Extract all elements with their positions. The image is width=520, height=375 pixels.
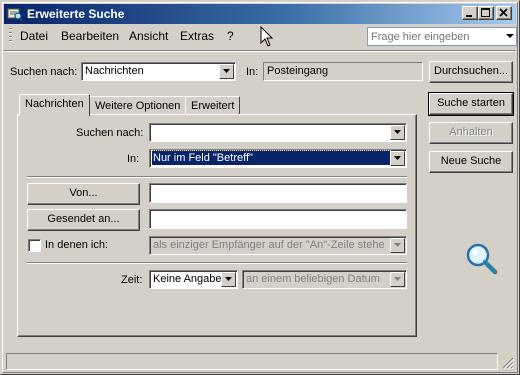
maximize-button[interactable] [478,6,494,20]
from-input[interactable] [150,184,406,202]
date-select[interactable]: an einem beliebigen Datum [242,270,407,289]
status-pane [6,353,498,370]
menu-extras[interactable]: Extras [180,29,214,43]
search-for-value: Nachrichten [85,65,144,77]
menu-separator [4,50,516,52]
in-field-value: Nur im Feld "Betreff" [151,150,391,166]
in-folder-field: Posteingang [263,62,423,81]
maximize-icon [481,8,490,17]
magnifier-icon [466,243,498,275]
where-i-am-dropdown-button[interactable] [390,238,405,253]
time-select[interactable]: Keine Angabe [149,270,238,289]
search-for-label: Suchen nach: [10,66,78,78]
minimize-button[interactable] [462,6,478,20]
in-field-label: In: [127,153,140,165]
toolbar-grip[interactable] [9,28,12,44]
window-title: Erweiterte Suche [27,7,125,21]
chevron-down-icon[interactable] [506,32,514,40]
where-i-am-label: In denen ich: [45,239,108,251]
tab-weitere-optionen[interactable]: Weitere Optionen [89,96,187,116]
outlook-search-icon [7,8,23,22]
close-icon [499,8,508,17]
sent-to-field[interactable] [149,209,407,229]
new-search-button[interactable]: Neue Suche [429,151,513,173]
sent-to-input[interactable] [150,210,406,228]
panel-separator [27,176,407,178]
search-for-dropdown-button[interactable] [219,64,234,79]
chevron-down-icon [394,156,401,160]
sent-to-button[interactable]: Gesendet an... [27,209,140,231]
chevron-down-icon [225,277,232,281]
panel-separator [27,262,407,264]
status-bar [4,351,516,371]
where-i-am-value: als einziger Empfänger auf der "An"-Zeil… [153,239,385,251]
help-question-input[interactable] [371,29,496,44]
where-i-am-select[interactable]: als einziger Empfänger auf der "An"-Zeil… [149,236,407,255]
in-field-dropdown-button[interactable] [390,151,405,166]
browse-button[interactable]: Durchsuchen... [429,61,513,83]
menu-bearbeiten[interactable]: Bearbeiten [61,29,119,43]
stop-button[interactable]: Anhalten [429,122,513,144]
mouse-pointer-icon [260,26,274,47]
keyword-combo[interactable] [149,123,407,142]
where-i-am-checkbox[interactable] [28,239,41,252]
keyword-label: Suchen nach: [76,127,144,139]
title-bar[interactable]: Erweiterte Suche [4,4,516,24]
time-dropdown-button[interactable] [221,272,236,287]
chevron-down-icon [394,130,401,134]
in-folder-value: Posteingang [267,65,329,77]
from-field[interactable] [149,183,407,203]
chevron-down-icon [394,277,401,281]
date-value: an einem beliebigen Datum [246,273,380,285]
keyword-dropdown-button[interactable] [390,125,405,140]
from-button[interactable]: Von... [27,183,140,205]
date-dropdown-button[interactable] [390,272,405,287]
tab-erweitert[interactable]: Erweitert [185,96,241,116]
menu-datei[interactable]: Datei [20,29,48,43]
search-for-select[interactable]: Nachrichten [81,62,236,81]
start-search-button[interactable]: Suche starten [428,92,514,116]
menu-help[interactable]: ? [227,29,234,43]
resize-grip-icon[interactable] [502,357,514,369]
minimize-icon [466,15,472,17]
in-folder-label: In: [246,66,259,78]
close-button[interactable] [496,6,512,20]
tab-nachrichten[interactable]: Nachrichten [19,94,90,116]
in-field-select[interactable]: Nur im Feld "Betreff" [149,149,407,168]
help-question-box[interactable] [367,27,517,46]
time-value: Keine Angabe [153,273,222,285]
advanced-search-window: Erweiterte Suche Datei Bearbeiten Ansich… [0,0,520,375]
time-label: Zeit: [121,274,143,286]
menu-ansicht[interactable]: Ansicht [129,29,168,43]
chevron-down-icon [394,243,401,247]
chevron-down-icon [223,69,230,73]
